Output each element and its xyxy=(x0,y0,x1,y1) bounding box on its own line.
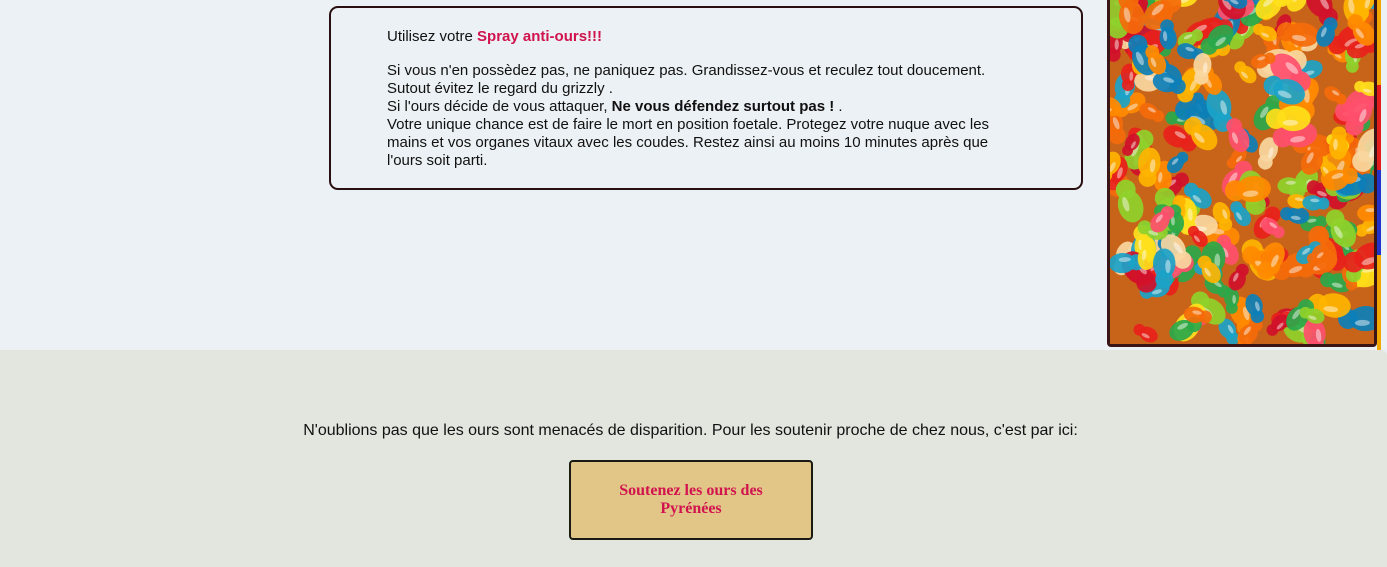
stripe-red xyxy=(1377,85,1381,170)
stripe-yellow-2 xyxy=(1377,255,1381,350)
line3-suffix: . xyxy=(834,98,843,115)
line3-bold: Ne vous défendez surtout pas ! xyxy=(611,98,835,115)
gummy-bears-image xyxy=(1107,0,1377,347)
content-section: Utilisez votre Spray anti-ours!!! Si vou… xyxy=(0,0,1387,350)
stripe-blue xyxy=(1377,170,1381,255)
gummy-bears-illustration xyxy=(1110,0,1374,344)
intro-prefix: Utilisez votre xyxy=(387,28,478,45)
gummy-bear xyxy=(1265,105,1311,132)
spray-highlight: Spray anti-ours!!! xyxy=(477,28,603,45)
footer-text: N'oublions pas que les ours sont menacés… xyxy=(303,422,1078,439)
support-bears-button[interactable]: Soutenez les ours des Pyrénées xyxy=(569,460,813,540)
advice-line-3: Si l'ours décide de vous attaquer, Ne vo… xyxy=(387,98,1025,116)
advice-line-4: Votre unique chance est de faire le mort… xyxy=(387,116,990,169)
advice-line-2: Sutout évitez le regard du grizzly . xyxy=(387,80,613,97)
side-accent-stripe xyxy=(1377,0,1387,350)
advice-intro: Utilisez votre Spray anti-ours!!! xyxy=(387,28,1025,46)
stripe-yellow xyxy=(1377,0,1381,85)
footer-section: N'oublions pas que les ours sont menacés… xyxy=(0,350,1387,567)
advice-box: Utilisez votre Spray anti-ours!!! Si vou… xyxy=(329,6,1083,190)
gummy-bear xyxy=(1153,248,1176,289)
advice-line-1: Si vous n'en possèdez pas, ne paniquez p… xyxy=(387,62,986,79)
line3-prefix: Si l'ours décide de vous attaquer, xyxy=(387,98,612,115)
